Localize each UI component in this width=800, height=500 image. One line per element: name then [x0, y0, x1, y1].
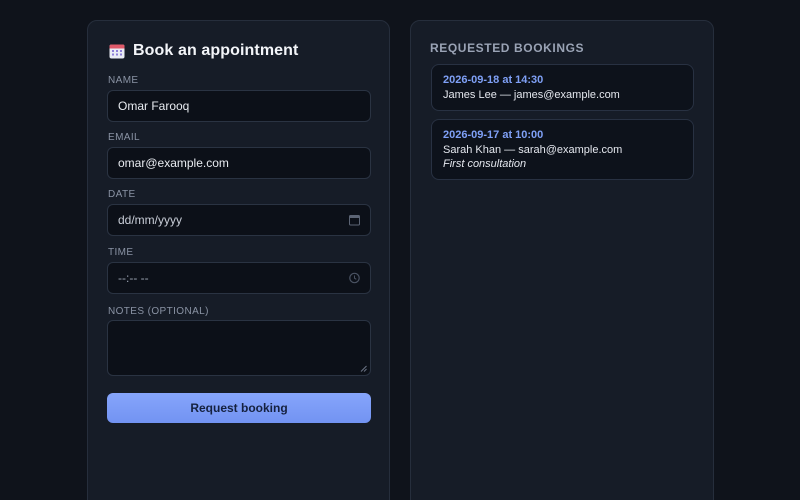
calendar-icon [109, 44, 125, 59]
name-label: NAME [108, 75, 139, 86]
bookings-title: REQUESTED BOOKINGS [430, 41, 585, 55]
notes-label: NOTES (OPTIONAL) [108, 306, 209, 317]
requested-bookings-panel: REQUESTED BOOKINGS 2026-09-18 at 14:30 J… [410, 20, 714, 500]
time-placeholder: --:-- -- [118, 271, 149, 285]
email-value: omar@example.com [118, 156, 229, 170]
email-field[interactable]: omar@example.com [107, 147, 371, 179]
calendar-picker-icon[interactable] [349, 215, 360, 226]
booking-page: Book an appointment NAME Omar Farooq EMA… [0, 0, 800, 500]
name-value: Omar Farooq [118, 99, 190, 113]
name-field[interactable]: Omar Farooq [107, 90, 371, 122]
clock-icon[interactable] [349, 272, 360, 284]
booking-datetime: 2026-09-17 at 10:00 [443, 129, 544, 141]
date-field[interactable]: dd/mm/yyyy [107, 204, 371, 236]
form-title: Book an appointment [133, 42, 299, 59]
form-header: Book an appointment [109, 42, 298, 60]
booking-contact: Sarah Khan — sarah@example.com [443, 144, 623, 156]
time-label: TIME [108, 247, 134, 258]
resize-handle-icon[interactable] [360, 365, 367, 372]
booking-note: First consultation [443, 158, 527, 170]
booking-datetime: 2026-09-18 at 14:30 [443, 74, 544, 86]
booking-form-panel: Book an appointment NAME Omar Farooq EMA… [87, 20, 390, 500]
booking-card: 2026-09-18 at 14:30 James Lee — james@ex… [431, 64, 694, 111]
booking-contact: James Lee — james@example.com [443, 89, 620, 101]
date-label: DATE [108, 189, 136, 200]
email-label: EMAIL [108, 132, 141, 143]
date-placeholder: dd/mm/yyyy [118, 213, 183, 227]
booking-card: 2026-09-17 at 10:00 Sarah Khan — sarah@e… [431, 119, 694, 180]
time-field[interactable]: --:-- -- [107, 262, 371, 294]
notes-textarea[interactable] [107, 320, 371, 376]
request-booking-button[interactable]: Request booking [107, 393, 371, 423]
